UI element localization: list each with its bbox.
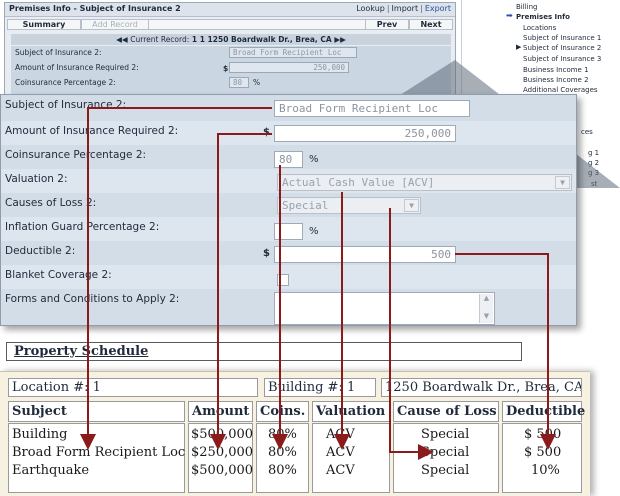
- valuation-select-value: Actual Cash Value [ACV]: [282, 176, 435, 189]
- subject-row: Subject of Insurance 2: Broad Form Recip…: [1, 95, 576, 119]
- table-cell: Special: [421, 427, 470, 442]
- deductible-row: Deductible 2: $ 500: [1, 241, 576, 265]
- subject-field[interactable]: Broad Form Recipient Loc: [274, 100, 470, 117]
- property-schedule-heading: Property Schedule: [14, 344, 149, 359]
- table-cell: ACV: [326, 445, 355, 460]
- forms-scrollbar[interactable]: ▲ ▼: [479, 294, 493, 323]
- table-cell: Special: [421, 463, 470, 478]
- zoomed-form-panel: Subject of Insurance 2: Broad Form Recip…: [0, 94, 577, 326]
- header-coins: Coins.: [256, 401, 309, 422]
- table-cell: Earthquake: [12, 463, 90, 478]
- table-cell: $500,000: [191, 463, 254, 478]
- causes-chevron-down-icon[interactable]: ▼: [404, 199, 419, 212]
- table-cell: $250,000: [191, 445, 254, 460]
- deductible-dollar-sign: $: [263, 248, 270, 259]
- valuation-chevron-down-icon[interactable]: ▼: [555, 176, 570, 189]
- table-cell: $500,000: [191, 427, 254, 442]
- screenshot-page: Premises Info - Subject of Insurance 2 L…: [0, 0, 620, 496]
- table-cell: $ 500: [524, 427, 562, 442]
- valuation-label: Valuation 2:: [5, 173, 68, 185]
- causes-select-value: Special: [282, 199, 329, 212]
- blanket-checkbox[interactable]: [277, 274, 289, 286]
- location-box: Location #: 1: [8, 378, 258, 397]
- address-box: 1250 Boardwalk Dr., Brea, CA: [381, 378, 582, 397]
- header-subject: Subject: [8, 401, 185, 422]
- property-schedule-title: Property Schedule: [6, 342, 522, 361]
- valuation-select[interactable]: Actual Cash Value [ACV] ▼: [277, 174, 572, 191]
- table-cell: 80%: [268, 427, 297, 442]
- inflation-field[interactable]: [274, 223, 303, 240]
- deductible-field[interactable]: 500: [274, 246, 456, 263]
- table-cell: Special: [421, 445, 470, 460]
- amount-dollar-sign: $: [263, 127, 270, 138]
- forms-label: Forms and Conditions to Apply 2:: [5, 293, 180, 305]
- blanket-label: Blanket Coverage 2:: [5, 269, 112, 281]
- table-cell: ACV: [326, 463, 355, 478]
- causes-row: Causes of Loss 2: Special ▼: [1, 193, 576, 217]
- coinsurance-pct-sign: %: [309, 154, 319, 165]
- coinsurance-label: Coinsurance Percentage 2:: [5, 149, 147, 161]
- deductible-label: Deductible 2:: [5, 245, 76, 257]
- header-amount: Amount: [188, 401, 253, 422]
- inflation-pct-sign: %: [309, 226, 319, 237]
- valuation-row: Valuation 2: Actual Cash Value [ACV] ▼: [1, 169, 576, 193]
- property-schedule: Location #: 1 Building #: 1 1250 Boardwa…: [0, 371, 590, 496]
- table-cell: 10%: [531, 463, 560, 478]
- causes-label: Causes of Loss 2:: [5, 197, 97, 209]
- coinsurance-field[interactable]: 80: [274, 151, 303, 168]
- header-cause-of-loss: Cause of Loss: [393, 401, 499, 422]
- subject-label: Subject of Insurance 2:: [5, 99, 127, 111]
- table-cell: 80%: [268, 463, 297, 478]
- inflation-label: Inflation Guard Percentage 2:: [5, 221, 160, 233]
- amount-row: Amount of Insurance Required 2: $ 250,00…: [1, 121, 576, 145]
- forms-row: Forms and Conditions to Apply 2: ▲ ▼: [1, 289, 576, 325]
- causes-select[interactable]: Special ▼: [277, 197, 421, 214]
- scroll-up-icon[interactable]: ▲: [480, 294, 493, 305]
- inflation-row: Inflation Guard Percentage 2: %: [1, 217, 576, 241]
- table-cell: $ 500: [524, 445, 562, 460]
- table-cell: 80%: [268, 445, 297, 460]
- table-cell: Building: [12, 427, 68, 442]
- table-cell: Broad Form Recipient Loc: [12, 445, 186, 460]
- amount-field[interactable]: 250,000: [274, 125, 456, 142]
- header-valuation: Valuation: [312, 401, 390, 422]
- building-box: Building #: 1: [264, 378, 376, 397]
- blanket-row: Blanket Coverage 2:: [1, 265, 576, 289]
- table-cell: ACV: [326, 427, 355, 442]
- amount-label: Amount of Insurance Required 2:: [5, 125, 179, 137]
- coinsurance-row: Coinsurance Percentage 2: 80 %: [1, 145, 576, 169]
- header-deductible: Deductible: [502, 401, 585, 422]
- forms-textarea[interactable]: ▲ ▼: [274, 292, 495, 325]
- scroll-down-icon[interactable]: ▼: [480, 312, 493, 323]
